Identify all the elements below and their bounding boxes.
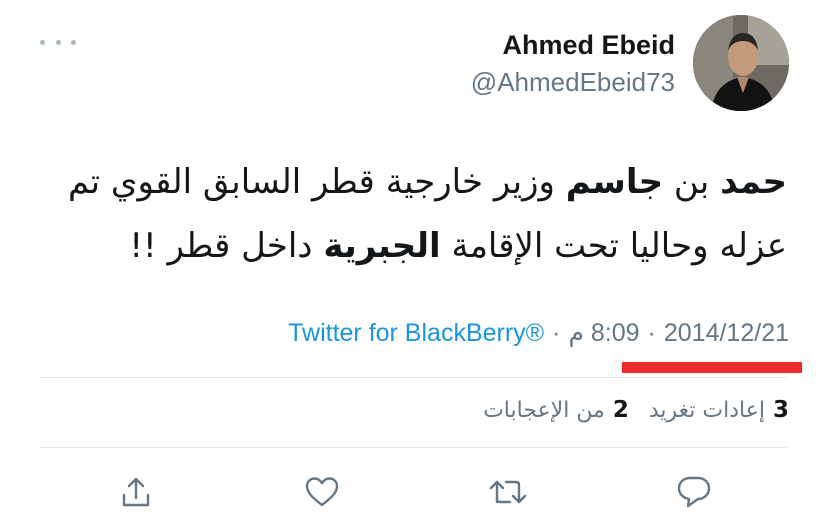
retweets-label[interactable]: إعادات تغريد — [649, 398, 765, 423]
more-dot — [55, 39, 61, 45]
tweet-stats: 3 إعادات تغريد 2 من الإعجابات — [483, 397, 789, 423]
tweet-text-line-2: عزله وحاليا تحت الإقامة الجبرية داخل قطر… — [27, 214, 787, 278]
date-highlight-underline — [622, 362, 802, 373]
tweet-text-segment: بن — [663, 162, 721, 202]
more-dot — [71, 39, 76, 45]
reply-icon — [677, 476, 711, 508]
meta-separator: · — [552, 318, 561, 347]
divider — [40, 447, 787, 448]
tweet-meta: Twitter for BlackBerry® · 8:09 م · 2014/… — [288, 318, 789, 348]
retweets-count[interactable]: 3 — [773, 397, 789, 423]
meta-separator: · — [647, 318, 656, 347]
author-handle[interactable]: @AhmedEbeid73 — [471, 67, 675, 98]
avatar-photo — [693, 15, 789, 111]
tweet-bold-word: الجبرية — [323, 226, 441, 266]
tweet-text-segment: عزله وحاليا تحت الإقامة — [440, 226, 787, 266]
reply-button[interactable] — [672, 470, 716, 514]
avatar[interactable] — [693, 15, 789, 111]
tweet-source-link[interactable]: Twitter for BlackBerry® — [288, 319, 544, 348]
tweet-text-line-1: حمد بن جاسم وزير خارجية قطر السابق القوي… — [27, 150, 787, 214]
tweet-bold-name: جاسم — [565, 162, 664, 202]
tweet-text-segment: وزير خارجية قطر السابق القوي تم — [68, 162, 566, 202]
tweet-text-segment: داخل قطر !! — [129, 226, 324, 266]
tweet-text: حمد بن جاسم وزير خارجية قطر السابق القوي… — [27, 150, 787, 278]
more-dot — [40, 39, 45, 45]
tweet-date: 2014/12/21 — [663, 318, 789, 347]
tweet-time: 8:09 م — [568, 319, 640, 347]
author-display-name[interactable]: Ahmed Ebeid — [502, 30, 675, 61]
share-button[interactable] — [114, 470, 158, 514]
likes-label[interactable]: من الإعجابات — [483, 398, 605, 423]
heart-icon — [305, 477, 339, 507]
divider — [40, 377, 787, 378]
likes-count[interactable]: 2 — [613, 397, 629, 423]
more-options-button[interactable] — [40, 32, 76, 52]
tweet-bold-name: حمد — [720, 162, 787, 202]
like-button[interactable] — [300, 470, 344, 514]
retweet-button[interactable] — [486, 470, 530, 514]
share-icon — [122, 477, 150, 507]
retweet-icon — [489, 480, 527, 504]
